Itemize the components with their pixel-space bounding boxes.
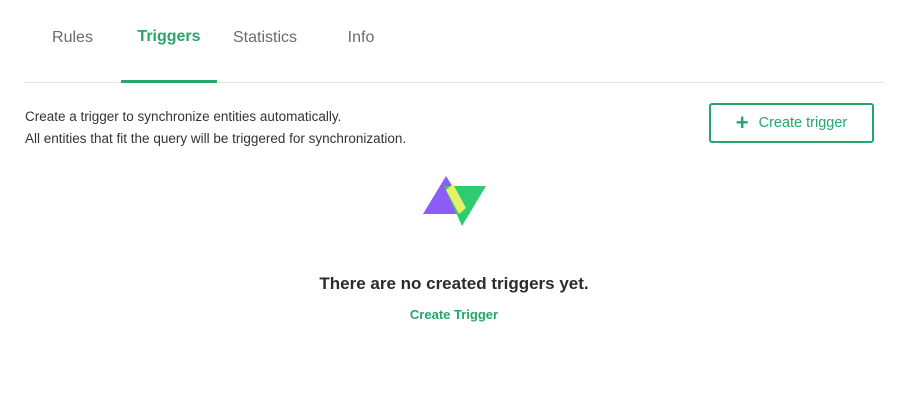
tab-bar: Rules Triggers Statistics Info: [24, 0, 884, 83]
create-trigger-link[interactable]: Create Trigger: [410, 307, 498, 322]
tab-triggers[interactable]: Triggers: [121, 0, 217, 83]
triggers-description: Create a trigger to synchronize entities…: [25, 106, 406, 150]
tab-info[interactable]: Info: [313, 0, 409, 82]
plus-icon: +: [735, 110, 749, 135]
triangles-logo-icon: [423, 176, 486, 226]
description-line-1: Create a trigger to synchronize entities…: [25, 109, 342, 124]
tab-rules-label: Rules: [52, 29, 93, 46]
tab-statistics-label: Statistics: [232, 29, 297, 46]
triggers-page: Rules Triggers Statistics Info Create a …: [0, 0, 908, 404]
create-trigger-label: Create trigger: [758, 115, 848, 131]
tab-statistics[interactable]: Statistics: [217, 0, 313, 82]
tab-triggers-label: Triggers: [137, 28, 201, 45]
empty-state-link-wrap: Create Trigger: [0, 307, 908, 322]
tab-info-label: Info: [347, 29, 375, 46]
tab-rules[interactable]: Rules: [24, 0, 121, 82]
create-trigger-button[interactable]: + Create trigger: [709, 103, 874, 143]
description-line-2: All entities that fit the query will be …: [25, 131, 407, 146]
empty-state-title: There are no created triggers yet.: [319, 274, 589, 293]
